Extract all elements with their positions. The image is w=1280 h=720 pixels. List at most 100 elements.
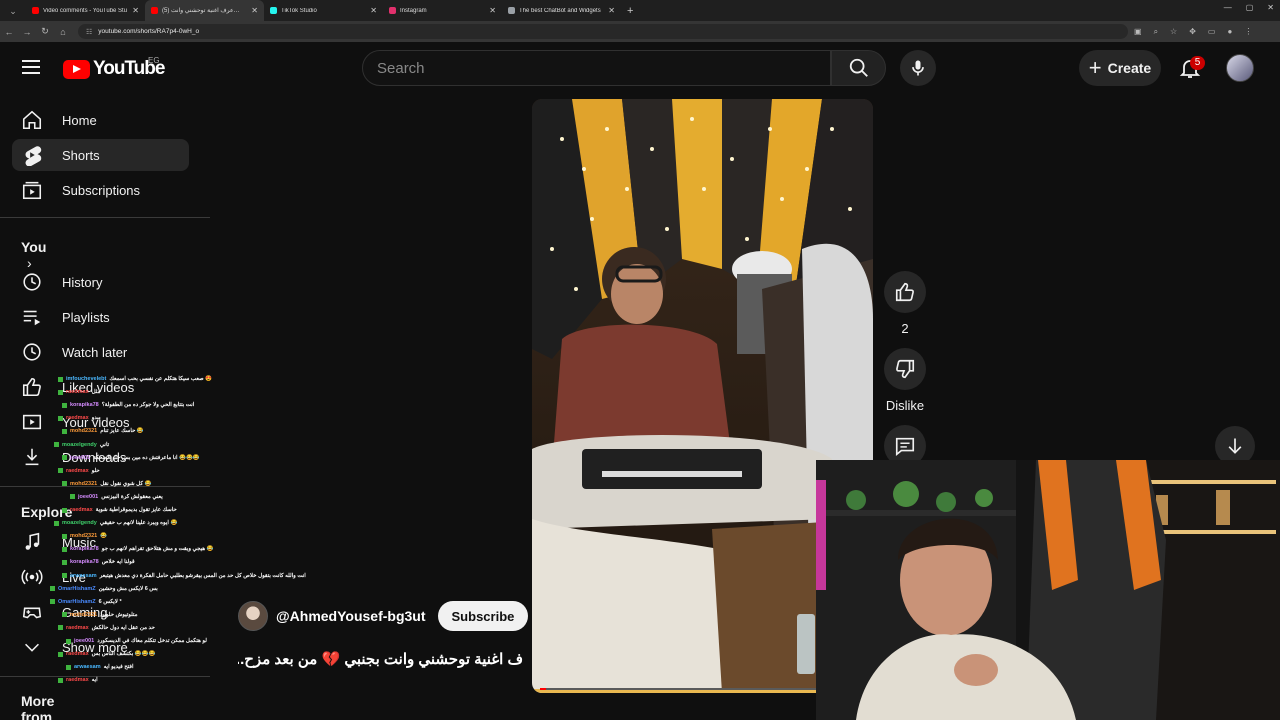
chat-text: 😂 — [100, 533, 108, 540]
bookmark-star-icon[interactable]: ☆ — [1170, 27, 1177, 37]
chat-text: يبدو — [91, 415, 101, 422]
chat-username: raedmax — [66, 651, 89, 658]
chat-message: joee001 انا ماعرفتش ده مين بس حلو الضحكة … — [62, 455, 200, 461]
chat-badge-icon — [62, 402, 67, 408]
chat-username: joee001 — [70, 454, 91, 461]
chat-text: حاسك عايز تقول بديموقراطية شوية — [95, 507, 177, 513]
chat-badge-icon — [62, 546, 67, 552]
chat-text: هيجي ويقت و مش هتلاحق تقراهم لانهم ب جو … — [101, 546, 214, 553]
sidebar-item-label: Subscriptions — [62, 182, 141, 198]
chat-text: حلو — [91, 467, 100, 474]
back-icon[interactable]: ← — [0, 27, 18, 37]
sidebar-item-home[interactable]: Home — [12, 104, 189, 136]
voice-search-button[interactable] — [900, 50, 936, 86]
chat-username: raedmax — [66, 415, 89, 422]
chat-username: raedmax — [66, 677, 89, 684]
tab-close-icon[interactable]: ✕ — [132, 6, 139, 15]
chat-badge-icon — [62, 455, 67, 461]
sidebar-item-label: Shorts — [62, 147, 100, 163]
browser-tab[interactable]: The best ChatBot and Widgets ✕ — [502, 0, 621, 21]
chat-badge-icon — [62, 612, 67, 618]
sidebar-item-history[interactable]: History — [12, 266, 189, 298]
short-title[interactable]: ف اغنية توحشني وانت بجنبي 💔 من بعد مزح..… — [238, 650, 523, 668]
search-button[interactable] — [831, 50, 886, 86]
tab-close-icon[interactable]: ✕ — [370, 6, 377, 15]
chat-message: raedmax حاسك عايز تقول بديموقراطية شوية — [62, 507, 177, 513]
extensions-icon[interactable]: ✥ — [1189, 27, 1196, 37]
home-browser-icon[interactable]: ⌂ — [54, 27, 72, 37]
chat-text: حاسك عايز تنام 😂 — [100, 428, 144, 435]
chat-username: korapika78 — [70, 559, 99, 566]
short-progress-bar[interactable] — [540, 688, 816, 690]
youtube-play-logo-icon — [63, 59, 90, 79]
sidebar-divider — [0, 217, 210, 218]
chat-message: OmarHishamZ 6 لايكس * — [50, 599, 122, 605]
watch-later-icon — [20, 340, 44, 364]
create-label: Create — [1107, 60, 1152, 76]
like-count: 2 — [901, 321, 909, 336]
chat-badge-icon — [58, 677, 63, 683]
channel-avatar[interactable] — [238, 601, 268, 631]
plus-icon: + — [1088, 55, 1102, 80]
browser-tab[interactable]: TikTok Studio ✕ — [264, 0, 383, 21]
chat-message: korapika78 قولنا ايه خلاص — [62, 559, 135, 565]
chat-message: mohd2321 متلوتيوش حلوين — [62, 612, 138, 618]
chat-text: كل شوي نقول نقل 😂 — [100, 480, 152, 487]
hamburger-menu-icon[interactable] — [22, 60, 40, 74]
minimize-icon[interactable]: — — [1224, 3, 1232, 12]
sidebar-item-shorts[interactable]: Shorts — [12, 139, 189, 171]
chat-text: بس 6 لايكس مش وحشين — [98, 585, 158, 592]
history-icon — [20, 270, 44, 294]
sidebar-item-subscriptions[interactable]: Subscriptions — [12, 174, 189, 206]
new-tab-icon[interactable]: + — [627, 5, 633, 17]
account-avatar[interactable] — [1226, 54, 1254, 82]
browser-tab[interactable]: Video comments - YouTube Stu ✕ — [26, 0, 145, 21]
search-box — [362, 50, 831, 86]
chat-message: raedmax حلو — [58, 468, 100, 474]
tab-close-icon[interactable]: ✕ — [251, 6, 258, 15]
maximize-icon[interactable]: ▢ — [1246, 3, 1254, 12]
profile-icon[interactable]: ● — [1227, 27, 1232, 37]
zoom-icon[interactable]: ⌕ — [1154, 27, 1158, 37]
install-icon[interactable]: ▣ — [1134, 27, 1142, 37]
url-field[interactable]: ☷ youtube.com/shorts/RA7p4-0wH_o — [78, 24, 1128, 39]
chat-badge-icon — [66, 664, 71, 670]
chat-text: بكتشف الناس بس 😂😂😂 — [91, 651, 156, 658]
close-window-icon[interactable]: ✕ — [1267, 3, 1274, 12]
forward-icon[interactable]: → — [18, 27, 36, 37]
search-input[interactable] — [377, 59, 817, 77]
tab-close-icon[interactable]: ✕ — [608, 6, 615, 15]
extension-icons: ▣ ⌕ ☆ ✥ ▭ ● ⋮ — [1134, 27, 1252, 37]
tab-title: Instagram — [400, 7, 427, 14]
browser-tab[interactable]: (5) عرف اغنية توحشني وانت… ✕ — [145, 0, 264, 21]
sidebar-item-label: Playlists — [62, 309, 110, 325]
chat-message: arwaesam افتح فيديو ايه — [66, 664, 134, 670]
short-progress-fill — [540, 688, 546, 690]
chat-message: mohd2321 حاسك عايز تنام 😂 — [62, 428, 144, 434]
sidebar-item-watch-later[interactable]: Watch later — [12, 336, 189, 368]
like-button[interactable] — [884, 271, 926, 313]
dislike-button[interactable] — [884, 348, 926, 390]
sidebar-item-label: History — [62, 274, 103, 290]
chat-message: OmarHishamZ بس 6 لايكس مش وحشين — [50, 586, 158, 592]
tab-close-icon[interactable]: ✕ — [489, 6, 496, 15]
chat-badge-icon — [62, 428, 67, 434]
create-button[interactable]: + Create — [1079, 50, 1161, 86]
chat-text: صعب سيكا هتكلم عن نفسي بحب اسمعك 😍 — [109, 376, 213, 382]
menu-kebab-icon[interactable]: ⋮ — [1244, 27, 1252, 37]
tab-search-icon[interactable]: ⌄ — [6, 4, 20, 18]
cast-icon[interactable]: ▭ — [1208, 27, 1216, 37]
reload-icon[interactable]: ↻ — [36, 26, 54, 37]
chat-message: raedmax ايه — [58, 677, 98, 683]
tab-favicon-icon — [508, 7, 515, 14]
tab-favicon-icon — [151, 7, 158, 14]
browser-tab[interactable]: Instagram ✕ — [383, 0, 502, 21]
site-info-icon[interactable]: ☷ — [86, 28, 92, 36]
chat-text: قولنا ايه خلاص — [101, 559, 135, 566]
microphone-icon — [912, 60, 924, 76]
tab-favicon-icon — [270, 7, 277, 14]
subscribe-button[interactable]: Subscribe — [437, 601, 529, 631]
channel-name[interactable]: @AhmedYousef-bg3ut — [276, 608, 426, 624]
chat-badge-icon — [62, 481, 67, 487]
sidebar-item-playlists[interactable]: Playlists — [12, 301, 189, 333]
